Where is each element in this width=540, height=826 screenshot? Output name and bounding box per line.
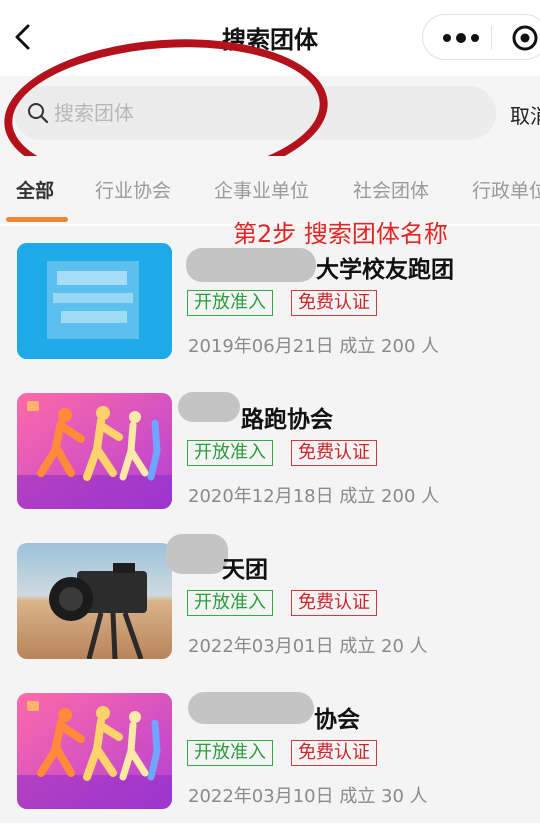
list-item[interactable]: 协会 开放准入 免费认证 2022年03月10日 成立 30 人 (0, 676, 540, 826)
open-access-tag: 开放准入 (187, 290, 273, 316)
tab-enterprise-unit[interactable]: 企事业单位 (214, 176, 309, 203)
group-meta: 2022年03月01日 成立 20 人 (188, 636, 428, 657)
mini-program-capsule (422, 14, 540, 60)
open-access-tag: 开放准入 (187, 590, 273, 616)
blurred-text (188, 692, 314, 724)
group-name: 路跑协会 (241, 407, 333, 433)
blue-logo-image (17, 243, 172, 359)
open-access-tag: 开放准入 (187, 740, 273, 766)
group-meta: 2019年06月21日 成立 200 人 (188, 336, 440, 357)
blurred-text (178, 392, 240, 422)
active-tab-indicator (6, 217, 68, 222)
list-item[interactable]: 天团 开放准入 免费认证 2022年03月01日 成立 20 人 (0, 526, 540, 676)
capsule-divider (491, 26, 492, 50)
tab-industry-association[interactable]: 行业协会 (95, 176, 171, 203)
open-access-tag: 开放准入 (187, 440, 273, 466)
group-meta: 2020年12月18日 成立 200 人 (188, 486, 440, 507)
group-meta: 2022年03月10日 成立 30 人 (188, 786, 428, 807)
more-dots-icon[interactable] (439, 24, 483, 52)
camera-desert-photo (17, 543, 172, 659)
free-cert-tag: 免费认证 (291, 590, 377, 616)
blurred-text (166, 534, 228, 574)
blurred-text (186, 248, 316, 282)
free-cert-tag: 免费认证 (291, 740, 377, 766)
group-name: 协会 (314, 707, 360, 733)
target-circle-icon[interactable] (511, 24, 539, 52)
tab-all[interactable]: 全部 (16, 176, 54, 203)
tab-administrative-unit[interactable]: 行政单位 (472, 176, 540, 203)
free-cert-tag: 免费认证 (291, 440, 377, 466)
tab-social-group[interactable]: 社会团体 (353, 176, 429, 203)
group-list: 大学校友跑团 开放准入 免费认证 2019年06月21日 成立 200 人 路跑… (0, 226, 540, 823)
runners-illustration-image (17, 693, 172, 809)
free-cert-tag: 免费认证 (291, 290, 377, 316)
runners-illustration-image (17, 393, 172, 509)
group-name: 天团 (222, 557, 268, 583)
group-name: 大学校友跑团 (316, 257, 454, 283)
list-item[interactable]: 路跑协会 开放准入 免费认证 2020年12月18日 成立 200 人 (0, 376, 540, 526)
cancel-button[interactable]: 取消 (510, 100, 540, 129)
step-annotation: 第2步 搜索团体名称 (233, 220, 448, 248)
